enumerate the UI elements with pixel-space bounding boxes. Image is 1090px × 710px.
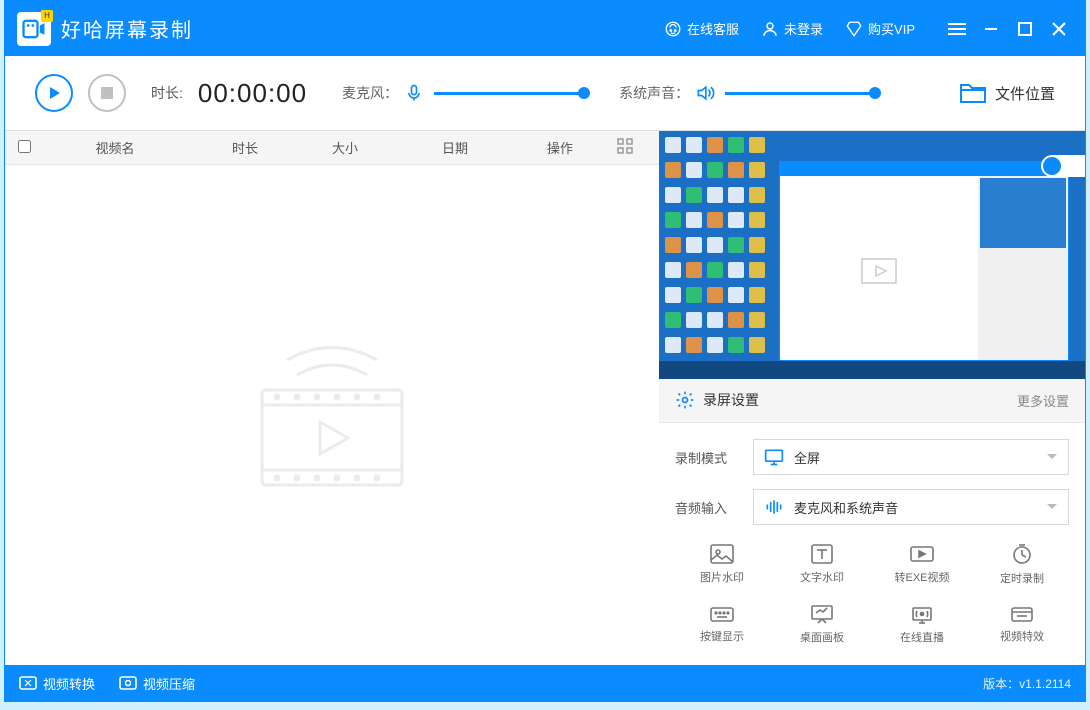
control-toolbar: 时长: 00:00:00 麦克风 系统声音 文件位置 xyxy=(5,56,1085,131)
column-name: 视频名 xyxy=(35,138,195,157)
table-header: 视频名 时长 大小 日期 操作 xyxy=(5,131,659,165)
right-panel: 录屏设置 更多设置 录制模式 全屏 音频输入 麦克风和系统声音 xyxy=(659,131,1085,665)
headset-icon xyxy=(664,20,682,38)
image-icon xyxy=(709,543,735,565)
menu-button[interactable] xyxy=(943,15,971,43)
system-sound-label: 系统声音 xyxy=(619,83,689,103)
screen-preview xyxy=(659,131,1085,379)
system-sound-slider[interactable] xyxy=(725,92,875,95)
bottombar: 视频转换 视频压缩 版本：v1.1.2114 xyxy=(5,665,1085,701)
file-location-button[interactable]: 文件位置 xyxy=(959,81,1055,105)
chevron-down-icon xyxy=(1046,503,1058,511)
grid-icon xyxy=(617,138,633,154)
timed-record-button[interactable]: 定时录制 xyxy=(975,539,1069,589)
desktop-board-button[interactable]: 桌面画板 xyxy=(775,599,869,649)
grid-view-button[interactable] xyxy=(605,138,645,157)
logo-badge: H xyxy=(41,10,53,22)
text-icon xyxy=(810,543,834,565)
exe-convert-button[interactable]: 转EXE视频 xyxy=(875,539,969,589)
column-operation: 操作 xyxy=(515,138,605,157)
minimize-icon xyxy=(983,21,999,37)
stop-button[interactable] xyxy=(88,74,126,112)
settings-header: 录屏设置 更多设置 xyxy=(659,379,1085,423)
video-compress-button[interactable]: 视频压缩 xyxy=(119,674,195,693)
close-icon xyxy=(1052,22,1066,36)
keyboard-icon xyxy=(709,604,735,624)
audio-input-dropdown[interactable]: 麦克风和系统声音 xyxy=(753,489,1069,525)
record-mode-label: 录制模式 xyxy=(675,448,753,467)
app-title: 好哈屏幕录制 xyxy=(61,14,193,43)
more-settings-button[interactable]: 更多设置 xyxy=(1017,391,1069,410)
empty-video-icon xyxy=(242,330,422,500)
column-size: 大小 xyxy=(295,138,395,157)
whiteboard-icon xyxy=(809,603,835,625)
login-button[interactable]: 未登录 xyxy=(761,19,823,38)
video-list-panel: 视频名 时长 大小 日期 操作 xyxy=(5,131,659,665)
effect-icon xyxy=(1009,604,1035,624)
customer-service-button[interactable]: 在线客服 xyxy=(664,19,739,38)
chevron-down-icon xyxy=(1046,453,1058,461)
select-all-checkbox[interactable] xyxy=(18,140,31,153)
audio-input-label: 音频输入 xyxy=(675,498,753,517)
duration-value: 00:00:00 xyxy=(198,78,307,109)
preview-toggle[interactable] xyxy=(1041,155,1085,177)
video-convert-button[interactable]: 视频转换 xyxy=(19,674,95,693)
version-label: 版本：v1.1.2114 xyxy=(983,675,1071,692)
empty-state xyxy=(5,165,659,665)
buy-vip-button[interactable]: 购买VIP xyxy=(845,19,915,38)
app-logo: H xyxy=(17,12,51,46)
live-stream-button[interactable]: 在线直播 xyxy=(875,599,969,649)
main-area: 视频名 时长 大小 日期 操作 xyxy=(5,131,1085,665)
diamond-icon xyxy=(845,20,863,38)
video-effect-button[interactable]: 视频特效 xyxy=(975,599,1069,649)
record-mode-dropdown[interactable]: 全屏 xyxy=(753,439,1069,475)
column-duration: 时长 xyxy=(195,138,295,157)
close-button[interactable] xyxy=(1045,15,1073,43)
settings-body: 录制模式 全屏 音频输入 麦克风和系统声音 xyxy=(659,423,1085,665)
clock-icon xyxy=(1010,542,1034,566)
play-button[interactable] xyxy=(35,74,73,112)
folder-icon xyxy=(959,81,987,105)
system-sound-control: 系统声音 xyxy=(619,83,875,103)
hamburger-icon xyxy=(948,22,966,36)
audio-wave-icon xyxy=(764,498,784,516)
microphone-icon[interactable] xyxy=(404,83,424,103)
text-watermark-button[interactable]: 文字水印 xyxy=(775,539,869,589)
settings-title: 录屏设置 xyxy=(703,390,759,410)
key-display-button[interactable]: 按键显示 xyxy=(675,599,769,649)
image-watermark-button[interactable]: 图片水印 xyxy=(675,539,769,589)
record-mode-row: 录制模式 全屏 xyxy=(675,439,1069,475)
maximize-button[interactable] xyxy=(1011,15,1039,43)
minimize-button[interactable] xyxy=(977,15,1005,43)
microphone-control: 麦克风 xyxy=(342,83,584,103)
convert-icon xyxy=(19,676,37,690)
monitor-icon xyxy=(764,448,784,466)
convert-icon xyxy=(909,543,935,565)
user-icon xyxy=(761,20,779,38)
speaker-icon[interactable] xyxy=(695,83,715,103)
audio-input-row: 音频输入 麦克风和系统声音 xyxy=(675,489,1069,525)
titlebar: H 好哈屏幕录制 在线客服 未登录 购买VIP xyxy=(5,1,1085,56)
microphone-label: 麦克风 xyxy=(342,83,398,103)
tool-grid: 图片水印 文字水印 转EXE视频 定时录制 xyxy=(675,539,1069,649)
play-icon xyxy=(46,85,62,101)
duration-label: 时长: xyxy=(151,83,183,103)
stop-icon xyxy=(101,87,113,99)
microphone-slider[interactable] xyxy=(434,92,584,95)
gear-icon xyxy=(675,390,695,410)
compress-icon xyxy=(119,676,137,690)
maximize-icon xyxy=(1018,22,1032,36)
column-date: 日期 xyxy=(395,138,515,157)
broadcast-icon xyxy=(909,603,935,625)
